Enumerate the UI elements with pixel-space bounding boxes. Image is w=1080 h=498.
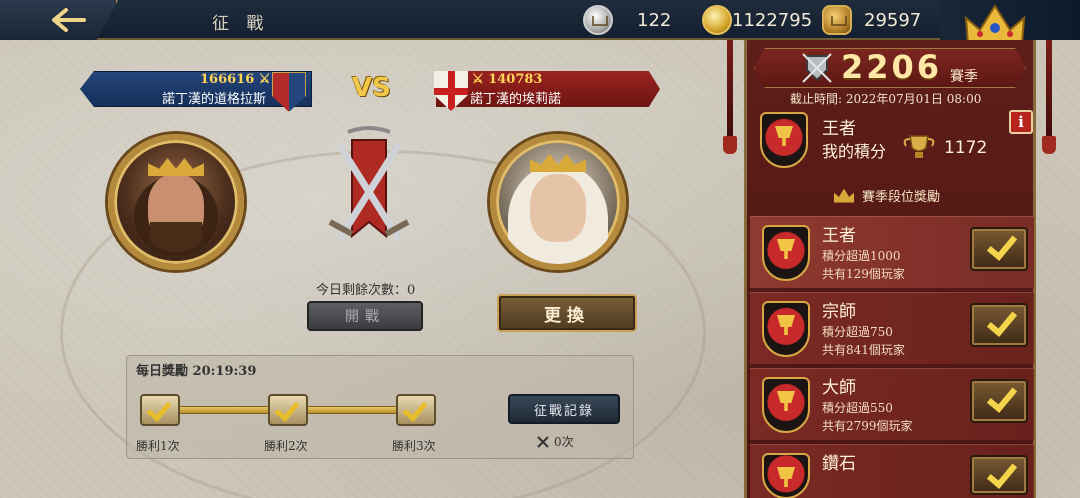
crossed-swords-icon — [537, 435, 549, 448]
reward-chest-2[interactable] — [268, 394, 308, 426]
opponent-name: 諾丁漢的埃莉諾 — [470, 92, 562, 107]
tier-row-grandmaster[interactable]: 宗師 積分超過750 共有841個玩家 — [750, 292, 1034, 364]
change-opponent-button[interactable]: 更換 — [497, 294, 637, 332]
gold-coin-value: 1122795 — [732, 9, 813, 31]
crown-icon — [834, 188, 854, 203]
crown-token-value: 29597 — [864, 9, 922, 31]
silver-coin-counter[interactable]: 122 — [583, 3, 671, 37]
daily-reward-title: 每日獎勵 20:19:39 — [136, 364, 257, 379]
check-icon — [986, 305, 1018, 337]
trophy-icon — [903, 135, 935, 158]
crossed-swords-icon: ⚔ — [472, 72, 489, 87]
opponent-power: ⚔ 140783 — [472, 72, 543, 87]
silver-coin-value: 122 — [637, 9, 672, 31]
master-badge-icon — [762, 377, 810, 433]
record-count: 0次 — [536, 433, 574, 450]
season-number: 2206 — [841, 48, 943, 86]
tassel-decoration — [1042, 40, 1056, 154]
info-button[interactable]: i — [1009, 110, 1033, 134]
crossed-swords-icon: ⚔ — [254, 72, 271, 87]
rank-badge-icon — [760, 112, 808, 168]
crown-token-icon — [822, 5, 852, 35]
player-power: 166616 ⚔ — [200, 72, 271, 87]
opponent-portrait[interactable] — [490, 134, 626, 270]
battle-button[interactable]: 開戰 — [307, 301, 423, 331]
remaining-attempts: 今日剩餘次數：0 — [316, 283, 416, 298]
player-name: 諾丁漢的道格拉斯 — [162, 92, 267, 107]
vs-label: VS — [352, 73, 391, 103]
crossed-swords-banner-icon — [328, 126, 410, 242]
reward-chest-icon[interactable] — [970, 303, 1028, 347]
check-icon — [986, 381, 1018, 413]
milestone-label: 勝利1次 — [136, 439, 180, 453]
milestone-label: 勝利2次 — [264, 439, 308, 453]
player-portrait[interactable] — [108, 134, 244, 270]
silver-coin-icon — [583, 5, 613, 35]
my-rank-title: 王者 — [822, 119, 856, 139]
milestone-label: 勝利3次 — [392, 439, 436, 453]
my-score-label: 我的積分 — [822, 142, 887, 161]
tier-row-king[interactable]: 王者 積分超過1000 共有129個玩家 — [750, 216, 1034, 288]
check-icon — [986, 457, 1018, 489]
check-icon — [146, 396, 172, 422]
check-icon — [274, 396, 300, 422]
tassel-decoration — [723, 40, 737, 154]
season-rewards-header: 賽季段位獎勵 — [834, 186, 940, 205]
my-score-value: 1172 — [944, 138, 988, 158]
back-button[interactable] — [0, 0, 118, 40]
check-icon — [986, 229, 1018, 261]
battle-record-button[interactable]: 征戰記錄 — [508, 394, 620, 424]
crown-token-counter[interactable]: 29597 — [822, 3, 921, 37]
king-badge-icon — [762, 225, 810, 281]
top-bar: 征 戰 122 1122795 29597 — [0, 0, 1080, 40]
crown-icon — [530, 154, 586, 172]
tier-row-diamond[interactable]: 鑽石 — [750, 444, 1034, 498]
season-shield-icon — [802, 53, 832, 83]
season-deadline: 截止時間: 2022年07月01日 08:00 — [790, 92, 982, 106]
crown-icon — [148, 158, 204, 176]
reward-chest-1[interactable] — [140, 394, 180, 426]
page-title: 征 戰 — [212, 14, 270, 34]
tier-row-master[interactable]: 大師 積分超過550 共有2799個玩家 — [750, 368, 1034, 440]
reward-chest-icon[interactable] — [970, 379, 1028, 423]
reward-chest-3[interactable] — [396, 394, 436, 426]
gold-coin-icon — [702, 5, 732, 35]
season-word: 賽季 — [950, 69, 978, 85]
grandmaster-badge-icon — [762, 301, 810, 357]
diamond-badge-icon — [762, 453, 810, 498]
back-arrow-icon — [52, 8, 86, 32]
reward-chest-icon[interactable] — [970, 455, 1028, 495]
gold-coin-counter[interactable]: 1122795 — [702, 3, 812, 37]
reward-chest-icon[interactable] — [970, 227, 1028, 271]
check-icon — [402, 396, 428, 422]
